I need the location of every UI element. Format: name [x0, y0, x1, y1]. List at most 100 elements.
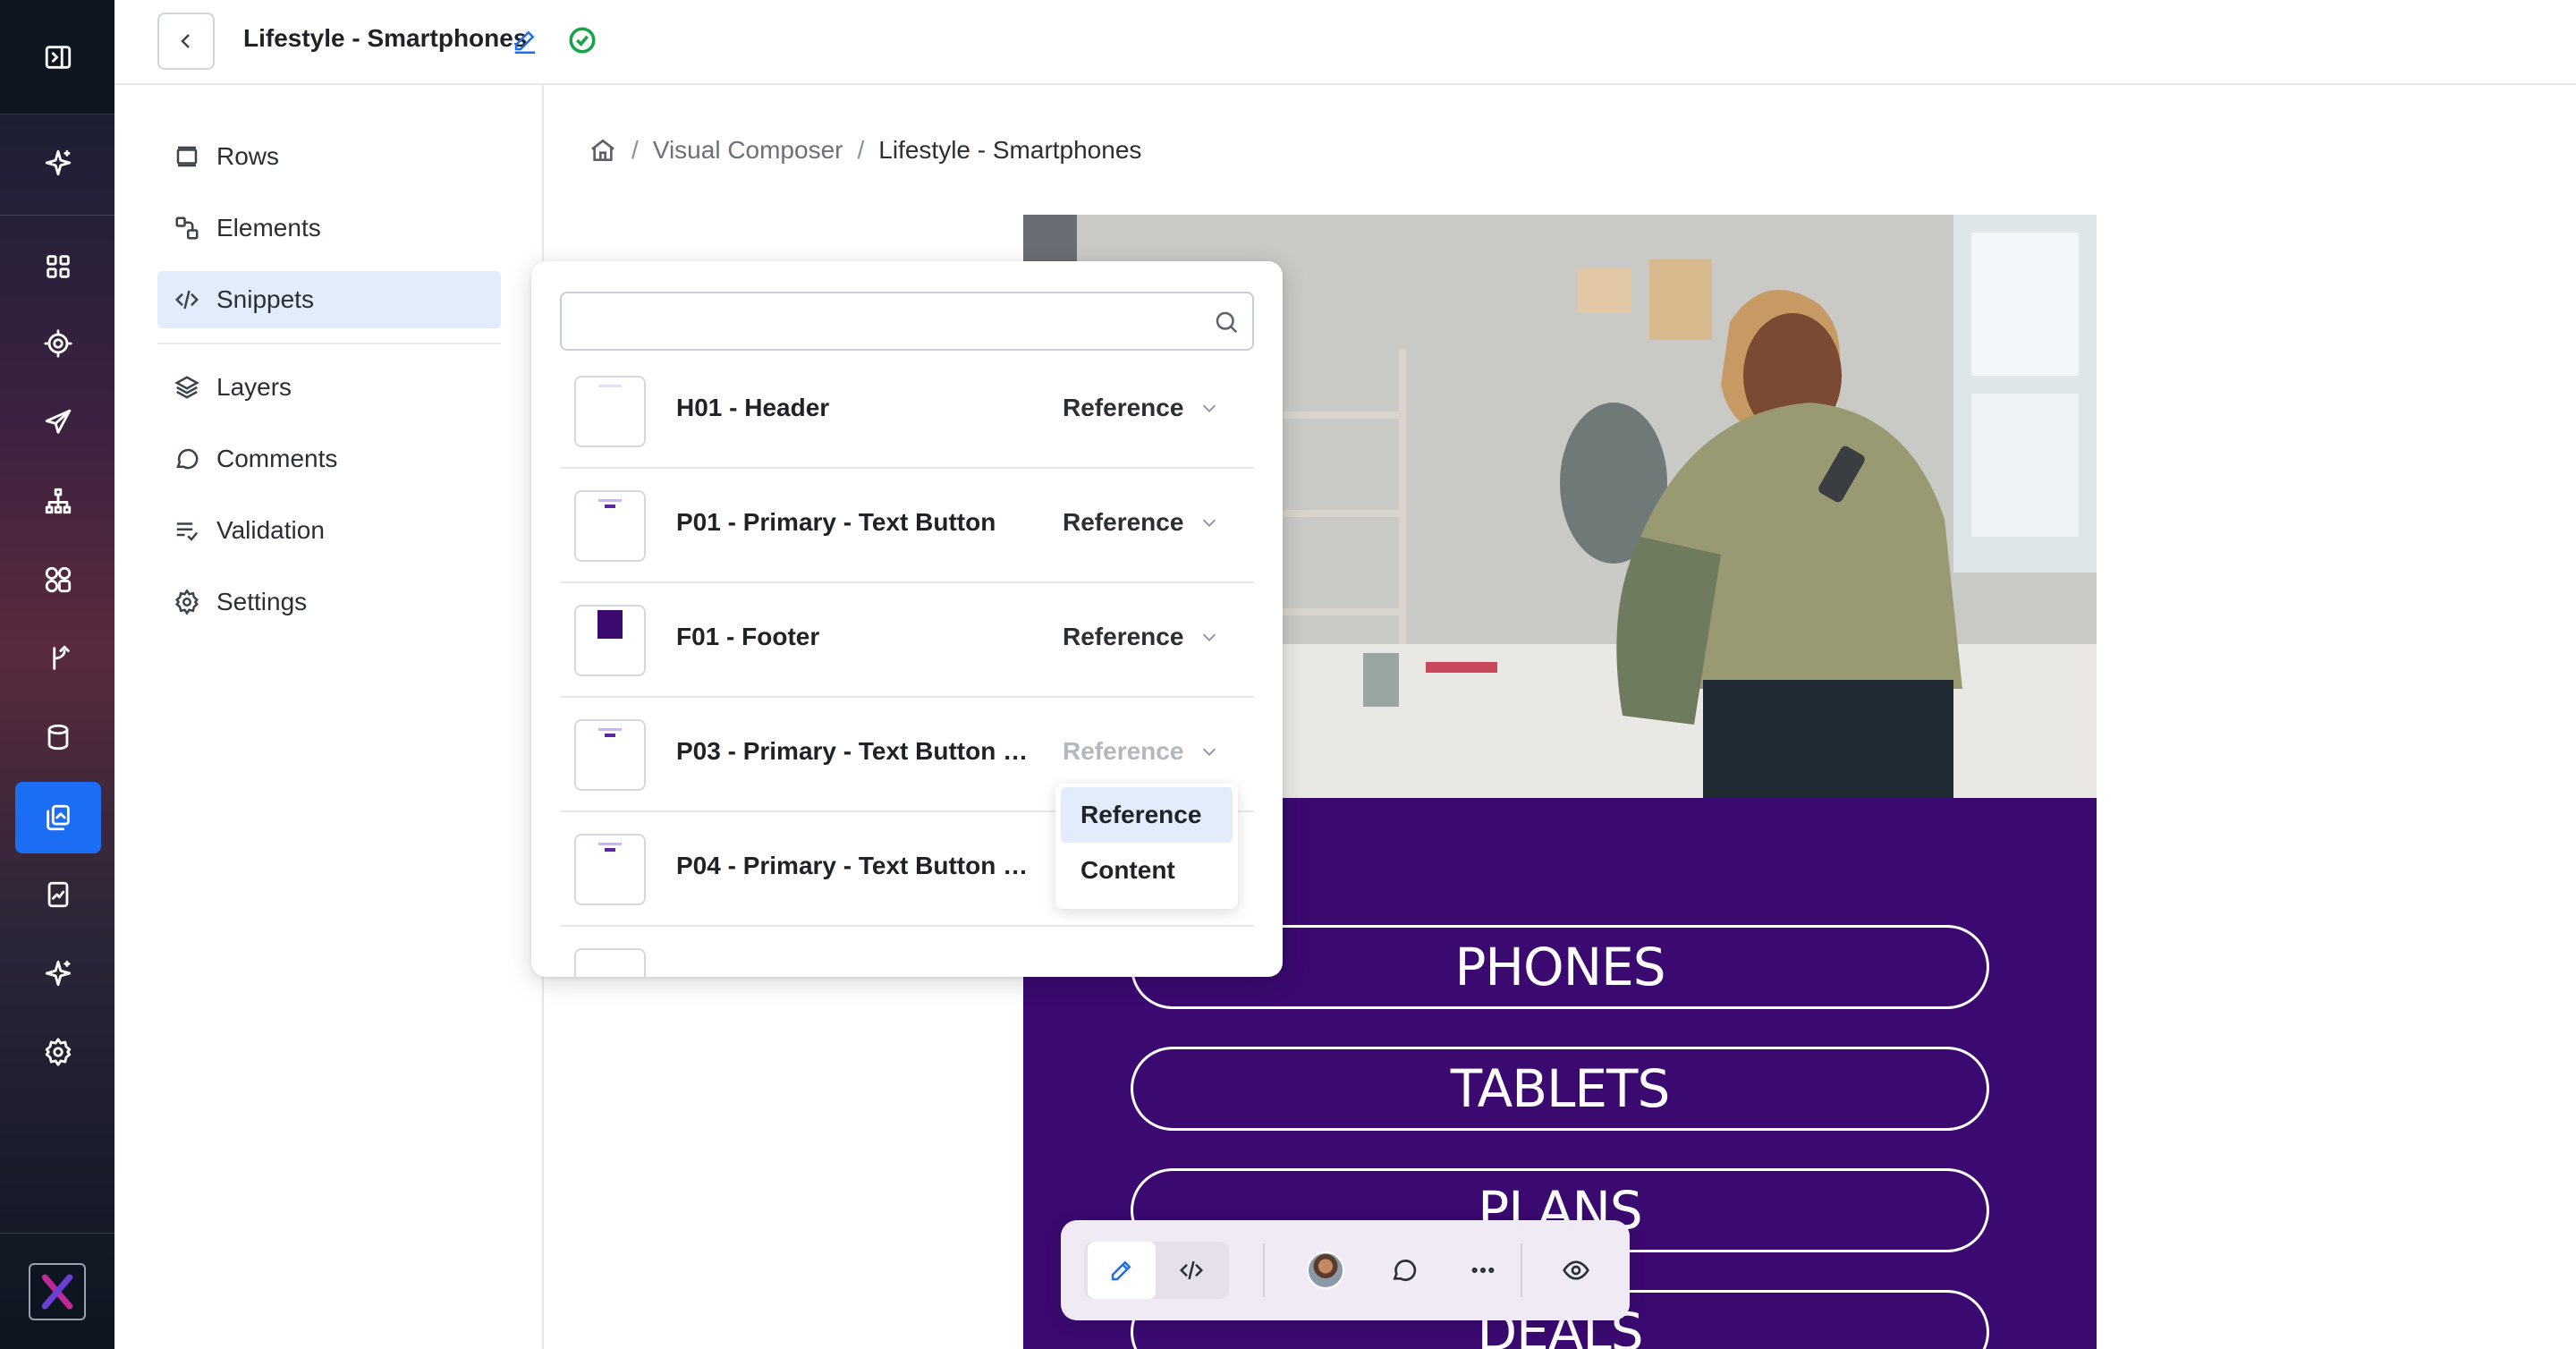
breadcrumb-separator: / [631, 136, 639, 164]
tablets-button[interactable]: TABLETS [1131, 1047, 1989, 1131]
panel-item-label: Comments [216, 445, 338, 472]
button-thumbnail-graphic [598, 499, 622, 512]
rail-divider [0, 1233, 114, 1234]
ai-assistant-button[interactable] [15, 127, 101, 199]
ai-tools-nav-button[interactable] [15, 938, 101, 1009]
snippet-name: H01 - Header [676, 394, 830, 421]
panel-item-settings[interactable]: Settings [157, 573, 501, 631]
snippet-mode-select-open[interactable]: Reference [1063, 737, 1219, 766]
eye-icon [1563, 1260, 1589, 1280]
back-button[interactable] [157, 13, 215, 70]
send-icon [45, 409, 72, 434]
panel-item-elements[interactable]: Elements [157, 199, 501, 257]
snippet-mode-select[interactable]: Reference [1063, 623, 1219, 651]
snippet-thumbnail [574, 376, 646, 447]
dashboard-nav-button[interactable] [15, 231, 101, 302]
dropdown-option-reference[interactable]: Reference [1061, 787, 1233, 843]
comment-icon [176, 448, 199, 470]
automation-nav-button[interactable] [15, 623, 101, 694]
avatar [1307, 1251, 1344, 1289]
dropdown-option-content[interactable]: Content [1061, 843, 1233, 898]
snippet-mode-value: Reference [1063, 394, 1184, 421]
snippet-row[interactable]: P01 - Primary - Text Button Reference [560, 469, 1254, 583]
chevron-down-icon [1203, 404, 1216, 412]
panel-item-label: Validation [216, 516, 325, 544]
layers-icon [174, 376, 199, 399]
panel-item-label: Settings [216, 588, 308, 615]
gear-icon [45, 1038, 72, 1066]
button-thumbnail-graphic [598, 843, 622, 855]
toolbar-divider [1263, 1243, 1265, 1297]
top-header: Lifestyle - Smartphones [114, 0, 2576, 85]
brand-x-icon [41, 1274, 73, 1310]
toolbar-divider [1521, 1243, 1522, 1297]
snippet-mode-value: Reference [1063, 623, 1184, 650]
snippet-row[interactable]: F01 - Footer Reference [560, 583, 1254, 698]
content-nav-button[interactable] [15, 782, 101, 853]
validation-icon [176, 522, 199, 541]
breadcrumb-current: Lifestyle - Smartphones [878, 136, 1142, 164]
snippet-name: P04 - Primary - Text Button Im... [676, 852, 1034, 879]
audience-nav-button[interactable] [15, 308, 101, 379]
code-mode-button[interactable] [1157, 1242, 1225, 1299]
report-icon [47, 881, 69, 908]
panel-item-layers[interactable]: Layers [157, 359, 501, 416]
more-options-button[interactable] [1454, 1242, 1512, 1299]
collapse-sidebar-button[interactable] [15, 21, 101, 93]
segments-nav-button[interactable] [15, 544, 101, 615]
snippet-row-partial[interactable] [560, 927, 1254, 977]
target-icon [44, 329, 72, 358]
data-nav-button[interactable] [15, 701, 101, 773]
settings-nav-button[interactable] [15, 1016, 101, 1088]
comments-button[interactable] [1376, 1242, 1433, 1299]
app-root: Lifestyle - Smartphones Rows Elements Sn… [0, 0, 2576, 1349]
design-mode-button[interactable] [1088, 1242, 1156, 1299]
preview-button[interactable] [1547, 1242, 1605, 1299]
snippet-search-input[interactable] [576, 293, 1202, 347]
panel-item-rows[interactable]: Rows [157, 128, 501, 185]
snippet-mode-select[interactable]: Reference [1063, 508, 1219, 537]
content-library-icon [47, 804, 70, 831]
panel-item-comments[interactable]: Comments [157, 430, 501, 488]
footer-thumbnail-graphic [597, 610, 623, 639]
snippet-row[interactable]: H01 - Header Reference [560, 354, 1254, 469]
page-title: Lifestyle - Smartphones [243, 24, 528, 52]
panel-item-snippets[interactable]: Snippets [157, 271, 501, 328]
search-icon [1216, 311, 1238, 334]
snippet-name: P01 - Primary - Text Button [676, 508, 996, 536]
chevron-down-icon [1203, 748, 1216, 756]
pencil-icon [1111, 1260, 1131, 1281]
grid-icon [47, 255, 70, 278]
code-icon [1179, 1260, 1204, 1280]
header-thumbnail-graphic [598, 385, 622, 397]
panel-item-label: Elements [216, 214, 321, 242]
comment-icon [1393, 1260, 1417, 1282]
elements-icon [175, 216, 199, 240]
snippet-mode-value: Reference [1063, 737, 1184, 765]
more-horizontal-icon [1471, 1267, 1495, 1274]
chevron-down-icon [1203, 519, 1216, 527]
button-thumbnail-graphic [598, 728, 622, 741]
snippet-mode-dropdown: Reference Content [1055, 784, 1238, 909]
journeys-nav-button[interactable] [15, 465, 101, 537]
home-icon[interactable] [589, 136, 617, 165]
app-logo[interactable] [29, 1263, 86, 1320]
snippet-mode-select[interactable]: Reference [1063, 394, 1219, 422]
rail-divider [0, 215, 114, 216]
collaborator-avatar[interactable] [1297, 1242, 1354, 1299]
panel-item-validation[interactable]: Validation [157, 502, 501, 559]
snippet-thumbnail [574, 719, 646, 791]
panel-item-label: Snippets [216, 285, 314, 313]
campaigns-nav-button[interactable] [15, 386, 101, 458]
sparkle-icon [45, 960, 72, 987]
breadcrumb-link[interactable]: Visual Composer [653, 136, 843, 165]
hierarchy-icon [45, 488, 72, 514]
chevron-down-icon [1203, 633, 1216, 641]
snippet-search[interactable] [560, 292, 1254, 351]
snippet-thumbnail [574, 834, 646, 905]
edit-title-button[interactable] [512, 27, 538, 54]
reports-nav-button[interactable] [15, 859, 101, 930]
shapes-icon [45, 566, 72, 593]
panel-item-label: Layers [216, 373, 292, 401]
floating-toolbar [1061, 1220, 1630, 1320]
